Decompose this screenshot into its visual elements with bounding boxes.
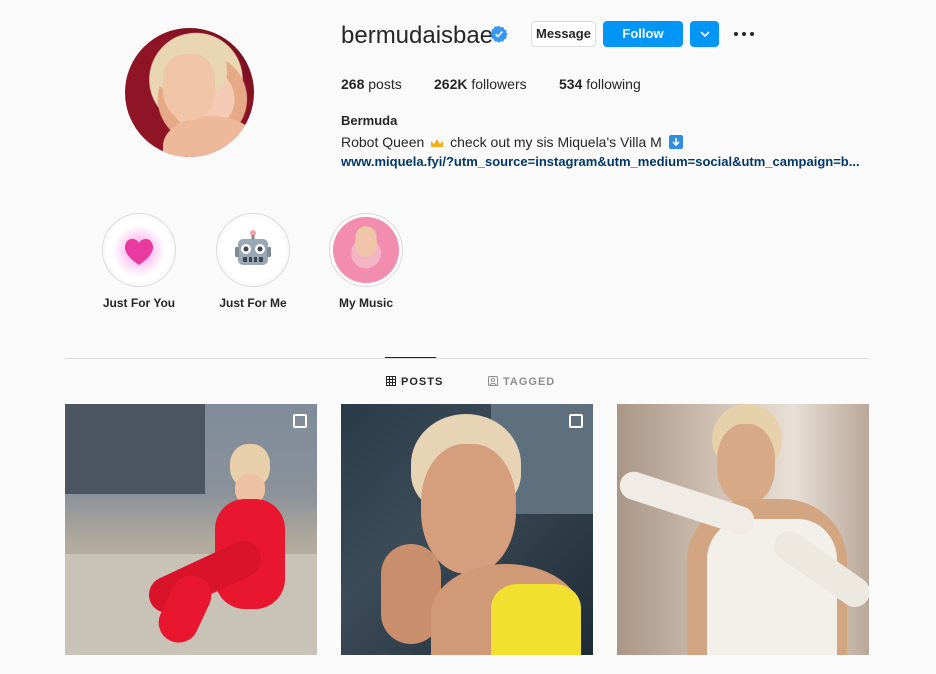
tab-tagged[interactable]: TAGGED — [488, 376, 555, 388]
highlight-just-for-me[interactable]: Just For Me — [213, 213, 293, 311]
followers-count-label: followers — [471, 76, 527, 92]
highlight-label: Just For Me — [219, 296, 287, 310]
down-arrow-icon — [668, 135, 683, 149]
profile-website-link[interactable]: www.miquela.fyi/?utm_source=instagram&ut… — [341, 153, 871, 171]
highlight-ring — [102, 213, 176, 287]
robot-face-icon — [235, 230, 271, 265]
bio-text-part2: check out my sis Miquela's Villa M — [450, 134, 662, 150]
grid-icon — [386, 376, 396, 386]
active-tab-indicator — [385, 357, 436, 358]
highlight-cover — [333, 217, 399, 283]
highlight-just-for-you[interactable]: Just For You — [99, 213, 179, 311]
post-figure-yellow — [371, 414, 581, 655]
tab-posts[interactable]: POSTS — [386, 376, 443, 388]
highlight-cover — [106, 217, 172, 283]
verified-badge-icon — [490, 25, 508, 43]
message-button[interactable]: Message — [531, 21, 596, 47]
followers-link[interactable]: 262K followers — [434, 75, 527, 93]
tabs-divider — [65, 358, 868, 359]
highlight-my-music[interactable]: My Music — [326, 213, 406, 311]
posts-count: 268 posts — [341, 75, 402, 93]
tab-posts-label: POSTS — [401, 376, 444, 388]
avatar-shoulder-shape — [163, 116, 254, 157]
profile-avatar[interactable] — [125, 28, 254, 157]
highlight-cover — [220, 217, 286, 283]
photo-thumbnail — [355, 231, 377, 257]
posts-count-value: 268 — [341, 76, 365, 92]
avatar-face-shape — [163, 54, 215, 120]
highlight-ring — [216, 213, 290, 287]
profile-full-name: Bermuda — [341, 113, 398, 128]
chevron-down-icon — [699, 31, 710, 38]
suggested-accounts-button[interactable] — [690, 21, 719, 47]
following-count-value: 534 — [559, 76, 583, 92]
highlight-label: Just For You — [102, 296, 176, 310]
highlight-ring — [329, 213, 403, 287]
post-figure-white — [617, 404, 869, 655]
crown-icon — [431, 139, 444, 148]
post-figure-red — [135, 444, 285, 650]
instagram-profile-page: bermudaisbae Message Follow 268 posts 26… — [0, 0, 936, 674]
highlight-label: My Music — [338, 296, 393, 310]
tab-tagged-label: TAGGED — [503, 376, 556, 388]
followers-count-value: 262K — [434, 76, 468, 92]
following-count-label: following — [586, 76, 641, 92]
profile-bio: Robot Queen check out my sis Miquela's V… — [341, 133, 683, 151]
post-thumbnail[interactable] — [65, 404, 317, 655]
pink-heart-icon — [113, 225, 165, 277]
multiple-photos-icon — [293, 414, 307, 428]
bio-text-part1: Robot Queen — [341, 134, 425, 150]
tagged-icon — [488, 376, 498, 386]
profile-username: bermudaisbae — [341, 22, 494, 49]
post-thumbnail[interactable] — [341, 404, 593, 655]
follow-button[interactable]: Follow — [603, 21, 683, 47]
more-options-icon[interactable] — [733, 25, 755, 43]
multiple-photos-icon — [569, 414, 583, 428]
post-thumbnail[interactable] — [617, 404, 869, 655]
following-link[interactable]: 534 following — [559, 75, 641, 93]
posts-count-label: posts — [368, 76, 402, 92]
